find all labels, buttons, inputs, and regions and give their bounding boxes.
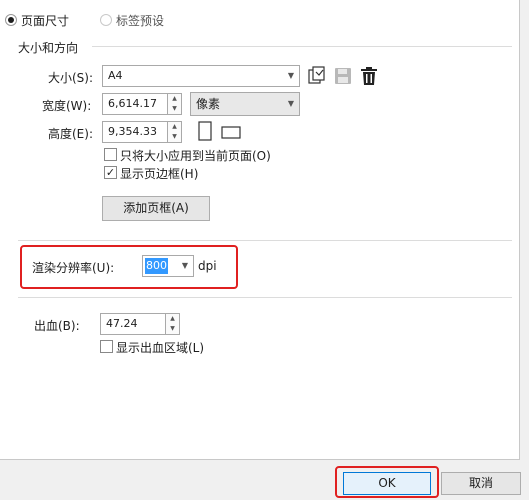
page-size-radio[interactable] bbox=[5, 14, 17, 26]
spin-down-icon[interactable]: ▼ bbox=[168, 104, 181, 114]
apply-current-label: 只将大小应用到当前页面(O) bbox=[120, 149, 271, 163]
bleed-input[interactable]: 47.24 bbox=[100, 313, 166, 335]
chevron-down-icon: ▼ bbox=[287, 99, 295, 108]
spin-down-icon[interactable]: ▼ bbox=[166, 324, 179, 334]
width-label: 宽度(W): bbox=[42, 99, 92, 113]
resolution-unit: dpi bbox=[198, 259, 217, 273]
chevron-down-icon: ▼ bbox=[181, 261, 189, 270]
width-input[interactable]: 6,614.17 bbox=[102, 93, 168, 115]
save-icon[interactable] bbox=[334, 67, 352, 85]
tab-label-preset[interactable]: 标签预设 bbox=[100, 12, 164, 28]
spin-up-icon[interactable]: ▲ bbox=[168, 122, 181, 132]
ok-button[interactable]: OK bbox=[343, 472, 431, 495]
show-border-label: 显示页边框(H) bbox=[120, 167, 199, 181]
add-border-button[interactable]: 添加页框(A) bbox=[102, 196, 210, 221]
section-divider bbox=[92, 46, 512, 47]
resolution-label: 渲染分辨率(U): bbox=[32, 261, 115, 275]
portrait-icon[interactable] bbox=[195, 120, 215, 142]
divider bbox=[18, 297, 512, 298]
label-preset-radio[interactable] bbox=[100, 14, 112, 26]
label-preset-label: 标签预设 bbox=[116, 14, 165, 28]
section-title-size: 大小和方向 bbox=[18, 41, 79, 55]
show-bleed-checkbox[interactable] bbox=[100, 340, 113, 353]
resolution-select[interactable]: 800 ▼ bbox=[142, 255, 194, 277]
spin-up-icon[interactable]: ▲ bbox=[168, 94, 181, 104]
divider bbox=[18, 240, 512, 241]
size-label: 大小(S): bbox=[48, 71, 94, 85]
spin-up-icon[interactable]: ▲ bbox=[166, 314, 179, 324]
height-label: 高度(E): bbox=[48, 127, 93, 141]
page-size-label: 页面尺寸 bbox=[21, 14, 70, 28]
cancel-button[interactable]: 取消 bbox=[441, 472, 521, 495]
spin-down-icon[interactable]: ▼ bbox=[168, 132, 181, 142]
height-input[interactable]: 9,354.33 bbox=[102, 121, 168, 143]
chevron-down-icon: ▼ bbox=[287, 71, 295, 80]
show-bleed-label: 显示出血区域(L) bbox=[116, 341, 205, 355]
trash-icon[interactable] bbox=[360, 66, 378, 86]
apply-current-checkbox[interactable] bbox=[104, 148, 117, 161]
width-spinner[interactable]: ▲ ▼ bbox=[168, 93, 182, 115]
copy-page-icon[interactable] bbox=[307, 66, 327, 86]
landscape-icon[interactable] bbox=[220, 124, 242, 140]
unit-value: 像素 bbox=[196, 97, 221, 111]
unit-select[interactable]: 像素 ▼ bbox=[190, 92, 300, 116]
bleed-spinner[interactable]: ▲ ▼ bbox=[166, 313, 180, 335]
bleed-label: 出血(B): bbox=[34, 319, 80, 333]
show-border-checkbox[interactable]: ✓ bbox=[104, 166, 117, 179]
height-spinner[interactable]: ▲ ▼ bbox=[168, 121, 182, 143]
tab-page-size[interactable]: 页面尺寸 bbox=[5, 12, 69, 28]
size-value: A4 bbox=[108, 69, 123, 82]
size-select[interactable]: A4 ▼ bbox=[102, 65, 300, 87]
resolution-value: 800 bbox=[145, 258, 168, 274]
